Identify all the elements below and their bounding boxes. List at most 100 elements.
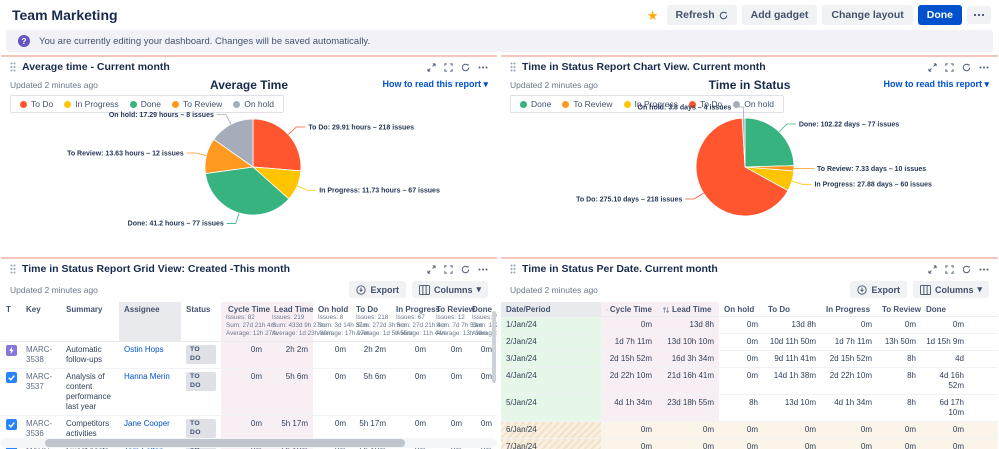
date-cell: 4/Jan/24 — [501, 368, 601, 395]
pie-label-leader — [734, 107, 743, 118]
refresh-button[interactable]: Refresh — [667, 5, 737, 25]
task-type-icon — [6, 419, 17, 430]
assignee-link[interactable]: Ostin Hops — [124, 345, 164, 354]
pie-label: To Do: 275.10 days – 218 issues — [576, 196, 682, 203]
refresh-icon[interactable] — [461, 265, 470, 274]
drag-handle-icon[interactable] — [510, 264, 516, 274]
column-header-lead-time[interactable]: Lead TimeIssues: 219Sum: 433d 9h 27mAver… — [267, 302, 313, 341]
time-value: 1d 7h 11m — [601, 334, 657, 351]
issue-key[interactable]: MARC-3537 — [26, 372, 52, 392]
vertical-scrollbar[interactable] — [492, 311, 496, 383]
pie-label-leader — [217, 115, 231, 125]
columns-button[interactable]: Columns ▾ — [913, 281, 989, 298]
issues-table: TKeySummaryAssigneeStatusCycle TimeIssue… — [1, 302, 497, 449]
export-button-label: Export — [871, 285, 900, 295]
time-value: 0m — [221, 341, 267, 368]
resize-icon[interactable] — [928, 63, 937, 72]
column-label: Key — [26, 305, 41, 314]
gadget-average-time: Average time - Current month Average Tim… — [1, 55, 497, 254]
fullscreen-icon[interactable] — [945, 265, 954, 274]
time-value: 0m — [921, 317, 969, 334]
column-header-summary: Summary — [61, 302, 119, 341]
column-header-lead-time[interactable]: Lead Time — [657, 302, 719, 317]
resize-icon[interactable] — [427, 63, 436, 72]
time-value: 0m — [719, 334, 763, 351]
gadget-meta: Updated 2 minutes ago Export Columns ▾ — [1, 277, 497, 300]
gadget-controls — [928, 63, 989, 72]
time-value: 5h 6m — [267, 368, 313, 415]
column-header-cycle-time[interactable]: Cycle Time — [601, 302, 657, 317]
fullscreen-icon[interactable] — [444, 265, 453, 274]
issue-chart-icon[interactable] — [55, 424, 56, 433]
date-cell: 6/Jan/24 — [501, 422, 601, 439]
refresh-icon[interactable] — [962, 63, 971, 72]
column-header-cycle-time[interactable]: Cycle TimeIssues: 82Sum: 27d 21h 4mAvera… — [221, 302, 267, 341]
add-gadget-button[interactable]: Add gadget — [742, 5, 818, 25]
more-icon[interactable] — [478, 63, 488, 72]
banner-text: You are currently editing your dashboard… — [39, 36, 370, 47]
drag-handle-icon[interactable] — [510, 62, 516, 72]
drag-handle-icon[interactable] — [10, 264, 16, 274]
time-value: 0m — [601, 422, 657, 439]
time-value: 0m — [719, 439, 763, 449]
date-cell: 3/Jan/24 — [501, 351, 601, 368]
date-row: 2/Jan/241d 7h 11m13d 10h 10m0m10d 11h 50… — [501, 334, 998, 351]
more-icon[interactable] — [478, 265, 488, 274]
column-label: Done — [472, 305, 492, 314]
time-value: 14d 1h 38m — [763, 368, 821, 395]
time-value: 10d 11h 50m — [763, 334, 821, 351]
sort-icon[interactable] — [606, 306, 608, 314]
column-stats: Issues: 77Sum: 102d 5h 1mAverage: 1d 17h… — [472, 314, 492, 339]
gadget-title: Average time - Current month — [22, 61, 170, 73]
column-label: To Do — [356, 305, 378, 314]
grid-table-wrap: TKeySummaryAssigneeStatusCycle TimeIssue… — [1, 300, 497, 449]
more-menu-button[interactable] — [967, 6, 991, 24]
pie-slice-done[interactable] — [745, 118, 794, 167]
issue-chart-icon[interactable] — [55, 377, 56, 386]
gadget-grid-view: Time in Status Report Grid View: Created… — [1, 257, 497, 449]
refresh-icon[interactable] — [461, 63, 470, 72]
export-button-label: Export — [370, 285, 399, 295]
gadget-controls — [928, 265, 989, 274]
pie-slice-to-do[interactable] — [253, 119, 301, 171]
column-label: Lead Time — [274, 305, 313, 314]
column-header-t: T — [1, 302, 21, 341]
time-value: 13d 10m — [763, 395, 821, 422]
export-button[interactable]: Export — [850, 281, 907, 298]
column-stats: Issues: 219Sum: 433d 9h 27mAverage: 1d 2… — [272, 314, 308, 339]
horizontal-scrollbar[interactable] — [45, 439, 405, 447]
export-button[interactable]: Export — [349, 281, 406, 298]
sort-icon[interactable] — [662, 306, 670, 314]
gadget-title: Time in Status Report Chart View. Curren… — [522, 61, 766, 73]
refresh-icon[interactable] — [962, 265, 971, 274]
assignee-link[interactable]: Jane Cooper — [124, 419, 170, 428]
drag-handle-icon[interactable] — [10, 62, 16, 72]
time-value: 2d 22h 10m — [821, 368, 877, 395]
issue-key[interactable]: MARC-3536 — [26, 419, 52, 439]
date-row: 4/Jan/242d 22h 10m21d 16h 41m0m14d 1h 38… — [501, 368, 998, 395]
date-cell: 2/Jan/24 — [501, 334, 601, 351]
favorite-star-icon[interactable]: ★ — [647, 9, 659, 22]
column-label: To Review — [882, 305, 921, 314]
pie-label-leader — [685, 193, 703, 199]
resize-icon[interactable] — [427, 265, 436, 274]
resize-icon[interactable] — [928, 265, 937, 274]
date-row: 6/Jan/240m0m0m0m0m0m0m — [501, 422, 998, 439]
columns-button[interactable]: Columns ▾ — [412, 281, 488, 298]
pie-label-leader — [288, 127, 305, 134]
average-time-pie-chart: To Do: 29.91 hours – 218 issuesIn Progre… — [1, 95, 497, 253]
assignee-link[interactable]: Hanna Merin — [124, 372, 170, 381]
time-value: 0m — [719, 351, 763, 368]
fullscreen-icon[interactable] — [945, 63, 954, 72]
more-icon[interactable] — [979, 265, 989, 274]
issue-key[interactable]: MARC-3538 — [26, 345, 52, 365]
more-icon[interactable] — [979, 63, 989, 72]
gadget-controls — [427, 63, 488, 72]
gadget-title: Time in Status Report Grid View: Created… — [22, 263, 290, 275]
change-layout-button[interactable]: Change layout — [822, 5, 912, 25]
issue-chart-icon[interactable] — [55, 350, 56, 359]
edit-mode-banner: ? You are currently editing your dashboa… — [6, 30, 993, 52]
fullscreen-icon[interactable] — [444, 63, 453, 72]
status-cell: TO DO — [181, 341, 221, 368]
done-button[interactable]: Done — [918, 5, 962, 25]
